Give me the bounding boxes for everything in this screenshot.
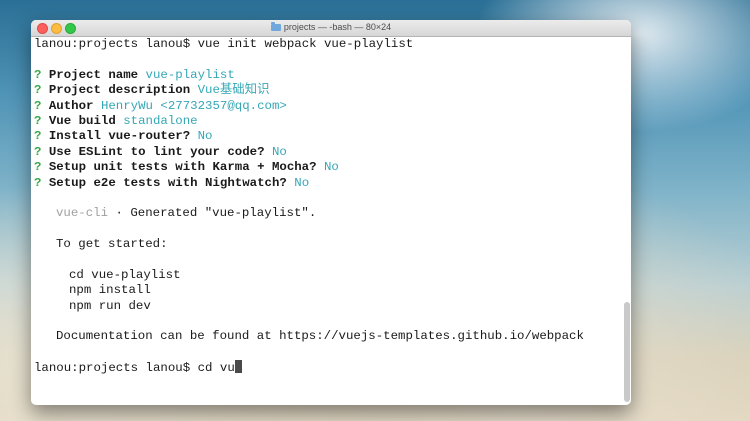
question-line: ? Project description Vue基础知识 bbox=[34, 83, 270, 98]
input-line[interactable]: lanou:projects lanou$ cd vu bbox=[34, 360, 621, 375]
step-line: npm install bbox=[69, 283, 151, 298]
step-line: cd vue-playlist bbox=[69, 267, 181, 282]
question-line: ? Install vue-router? No bbox=[34, 129, 213, 144]
question-line: ? Project name vue-playlist bbox=[34, 67, 235, 82]
question-line: ? Author HenryWu <27732357@qq.com> bbox=[34, 98, 287, 113]
folder-icon bbox=[270, 22, 281, 31]
window-titlebar[interactable]: projects — -bash — 80×24 bbox=[31, 20, 631, 37]
command-line: lanou:projects lanou$ vue init webpack v… bbox=[34, 37, 621, 52]
typed-command: cd vu bbox=[197, 361, 235, 376]
documentation-line: Documentation can be found at https://vu… bbox=[56, 329, 584, 344]
step-line: npm run dev bbox=[69, 298, 151, 313]
scrollbar-thumb[interactable] bbox=[624, 302, 630, 402]
question-line: ? Use ESLint to lint your code? No bbox=[34, 144, 287, 159]
terminal-output[interactable]: lanou:projects lanou$ vue init webpack v… bbox=[31, 37, 621, 405]
generated-message: vue-cli · Generated "vue-playlist". bbox=[56, 206, 317, 221]
command-text: vue init webpack vue-playlist bbox=[197, 37, 414, 51]
question-line: ? Setup e2e tests with Nightwatch? No bbox=[34, 175, 310, 190]
window-title-container: projects — -bash — 80×24 bbox=[31, 22, 631, 32]
get-started-heading: To get started: bbox=[56, 237, 168, 252]
question-line: ? Vue build standalone bbox=[34, 113, 198, 128]
prompt: lanou:projects lanou$ bbox=[34, 361, 191, 376]
window-title: projects — -bash — 80×24 bbox=[283, 22, 392, 32]
prompt: lanou:projects lanou$ bbox=[34, 37, 191, 51]
text-cursor bbox=[234, 360, 242, 374]
question-line: ? Setup unit tests with Karma + Mocha? N… bbox=[34, 160, 339, 175]
terminal-window[interactable]: projects — -bash — 80×24 lanou:projects … bbox=[31, 20, 631, 405]
